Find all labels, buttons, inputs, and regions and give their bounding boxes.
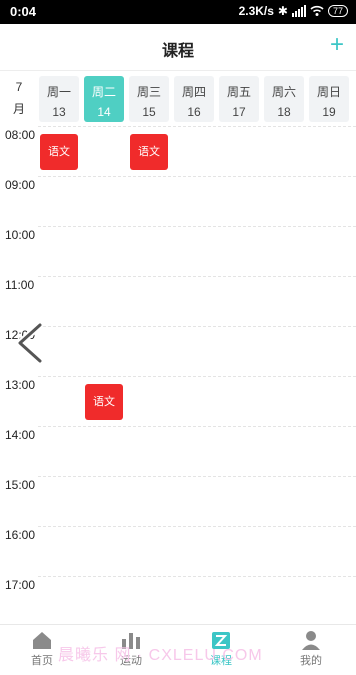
hour-divider <box>38 576 356 577</box>
bluetooth-icon: ✱ <box>277 4 288 18</box>
day-date: 15 <box>142 105 156 119</box>
hour-divider <box>38 176 356 177</box>
week-header: 7 月 周一 13 周二 14 周三 15 周四 16 周五 17 周六 18 … <box>0 72 356 124</box>
month-label: 7 月 <box>6 76 32 120</box>
hour-divider <box>38 376 356 377</box>
wifi-icon <box>310 5 324 16</box>
hour-row: 15:00 <box>0 476 356 526</box>
day-name: 周三 <box>136 85 161 99</box>
day-name: 周四 <box>181 85 206 99</box>
course-block-tuesday[interactable]: 语文 <box>85 384 123 420</box>
hour-divider <box>38 476 356 477</box>
signal-icon <box>291 5 306 17</box>
hour-row: 13:00 <box>0 376 356 426</box>
course-block-wednesday[interactable]: 语文 <box>130 134 168 170</box>
day-sunday[interactable]: 周日 19 <box>309 76 349 122</box>
hour-label: 15:00 <box>5 478 36 492</box>
hour-row: 10:00 <box>0 226 356 276</box>
hour-divider <box>38 276 356 277</box>
tab-label: 我的 <box>300 655 322 667</box>
day-name: 周一 <box>46 85 71 99</box>
day-name: 周日 <box>316 85 341 99</box>
hour-label: 10:00 <box>5 228 36 242</box>
tab-home[interactable]: 首页 <box>12 629 72 668</box>
day-thursday[interactable]: 周四 16 <box>174 76 214 122</box>
hour-label: 14:00 <box>5 428 36 442</box>
day-wednesday[interactable]: 周三 15 <box>129 76 169 122</box>
add-course-button[interactable]: + <box>330 33 344 57</box>
day-monday[interactable]: 周一 13 <box>39 76 79 122</box>
day-name: 周二 <box>91 85 116 99</box>
title-bar: 课程 + <box>0 24 356 71</box>
day-date: 19 <box>322 105 336 119</box>
tab-label: 课程 <box>210 655 232 667</box>
tab-label: 运动 <box>120 655 142 667</box>
back-arrow-icon[interactable] <box>14 322 46 364</box>
network-speed: 2.3K/s <box>238 4 274 18</box>
home-icon <box>33 632 51 649</box>
day-date: 17 <box>232 105 246 119</box>
hour-divider <box>38 126 356 127</box>
day-name: 周五 <box>226 85 251 99</box>
bar-chart-icon <box>122 633 140 649</box>
hour-row: 17:00 <box>0 576 356 626</box>
day-tuesday[interactable]: 周二 14 <box>84 76 124 122</box>
day-date: 14 <box>97 105 111 119</box>
bottom-tab-bar: 首页 运动 课程 我的 <box>0 624 356 675</box>
hour-row: 11:00 <box>0 276 356 326</box>
hour-label: 13:00 <box>5 378 36 392</box>
status-icons: 2.3K/s ✱ 77 <box>239 4 348 18</box>
tab-sports[interactable]: 运动 <box>101 629 161 668</box>
hour-row: 16:00 <box>0 526 356 576</box>
hour-divider <box>38 526 356 527</box>
hour-divider <box>38 326 356 327</box>
tab-profile[interactable]: 我的 <box>281 629 341 668</box>
hour-row: 12:00 <box>0 326 356 376</box>
status-time: 0:04 <box>10 4 37 19</box>
hour-divider <box>38 426 356 427</box>
day-date: 13 <box>52 105 66 119</box>
timetable-grid[interactable]: 08:00 09:00 10:00 11:00 12:00 13:00 14:0… <box>0 126 356 626</box>
course-icon <box>212 632 230 649</box>
day-name: 周六 <box>271 85 296 99</box>
status-bar: 0:04 2.3K/s ✱ 77 <box>0 0 356 24</box>
hour-label: 17:00 <box>5 578 36 592</box>
day-date: 16 <box>187 105 201 119</box>
tab-course[interactable]: 课程 <box>191 629 251 668</box>
hour-label: 08:00 <box>5 128 36 142</box>
hour-label: 09:00 <box>5 178 36 192</box>
day-friday[interactable]: 周五 17 <box>219 76 259 122</box>
hour-divider <box>38 226 356 227</box>
hour-label: 16:00 <box>5 528 36 542</box>
course-block-monday[interactable]: 语文 <box>40 134 78 170</box>
battery-icon: 77 <box>327 5 348 17</box>
hour-row: 14:00 <box>0 426 356 476</box>
person-icon <box>302 631 320 650</box>
month-suffix: 月 <box>12 102 25 116</box>
day-saturday[interactable]: 周六 18 <box>264 76 304 122</box>
tab-label: 首页 <box>31 655 53 667</box>
page-title: 课程 <box>161 43 194 60</box>
month-number: 7 <box>15 80 23 94</box>
hour-label: 11:00 <box>5 278 35 292</box>
hour-row: 09:00 <box>0 176 356 226</box>
day-date: 18 <box>277 105 291 119</box>
